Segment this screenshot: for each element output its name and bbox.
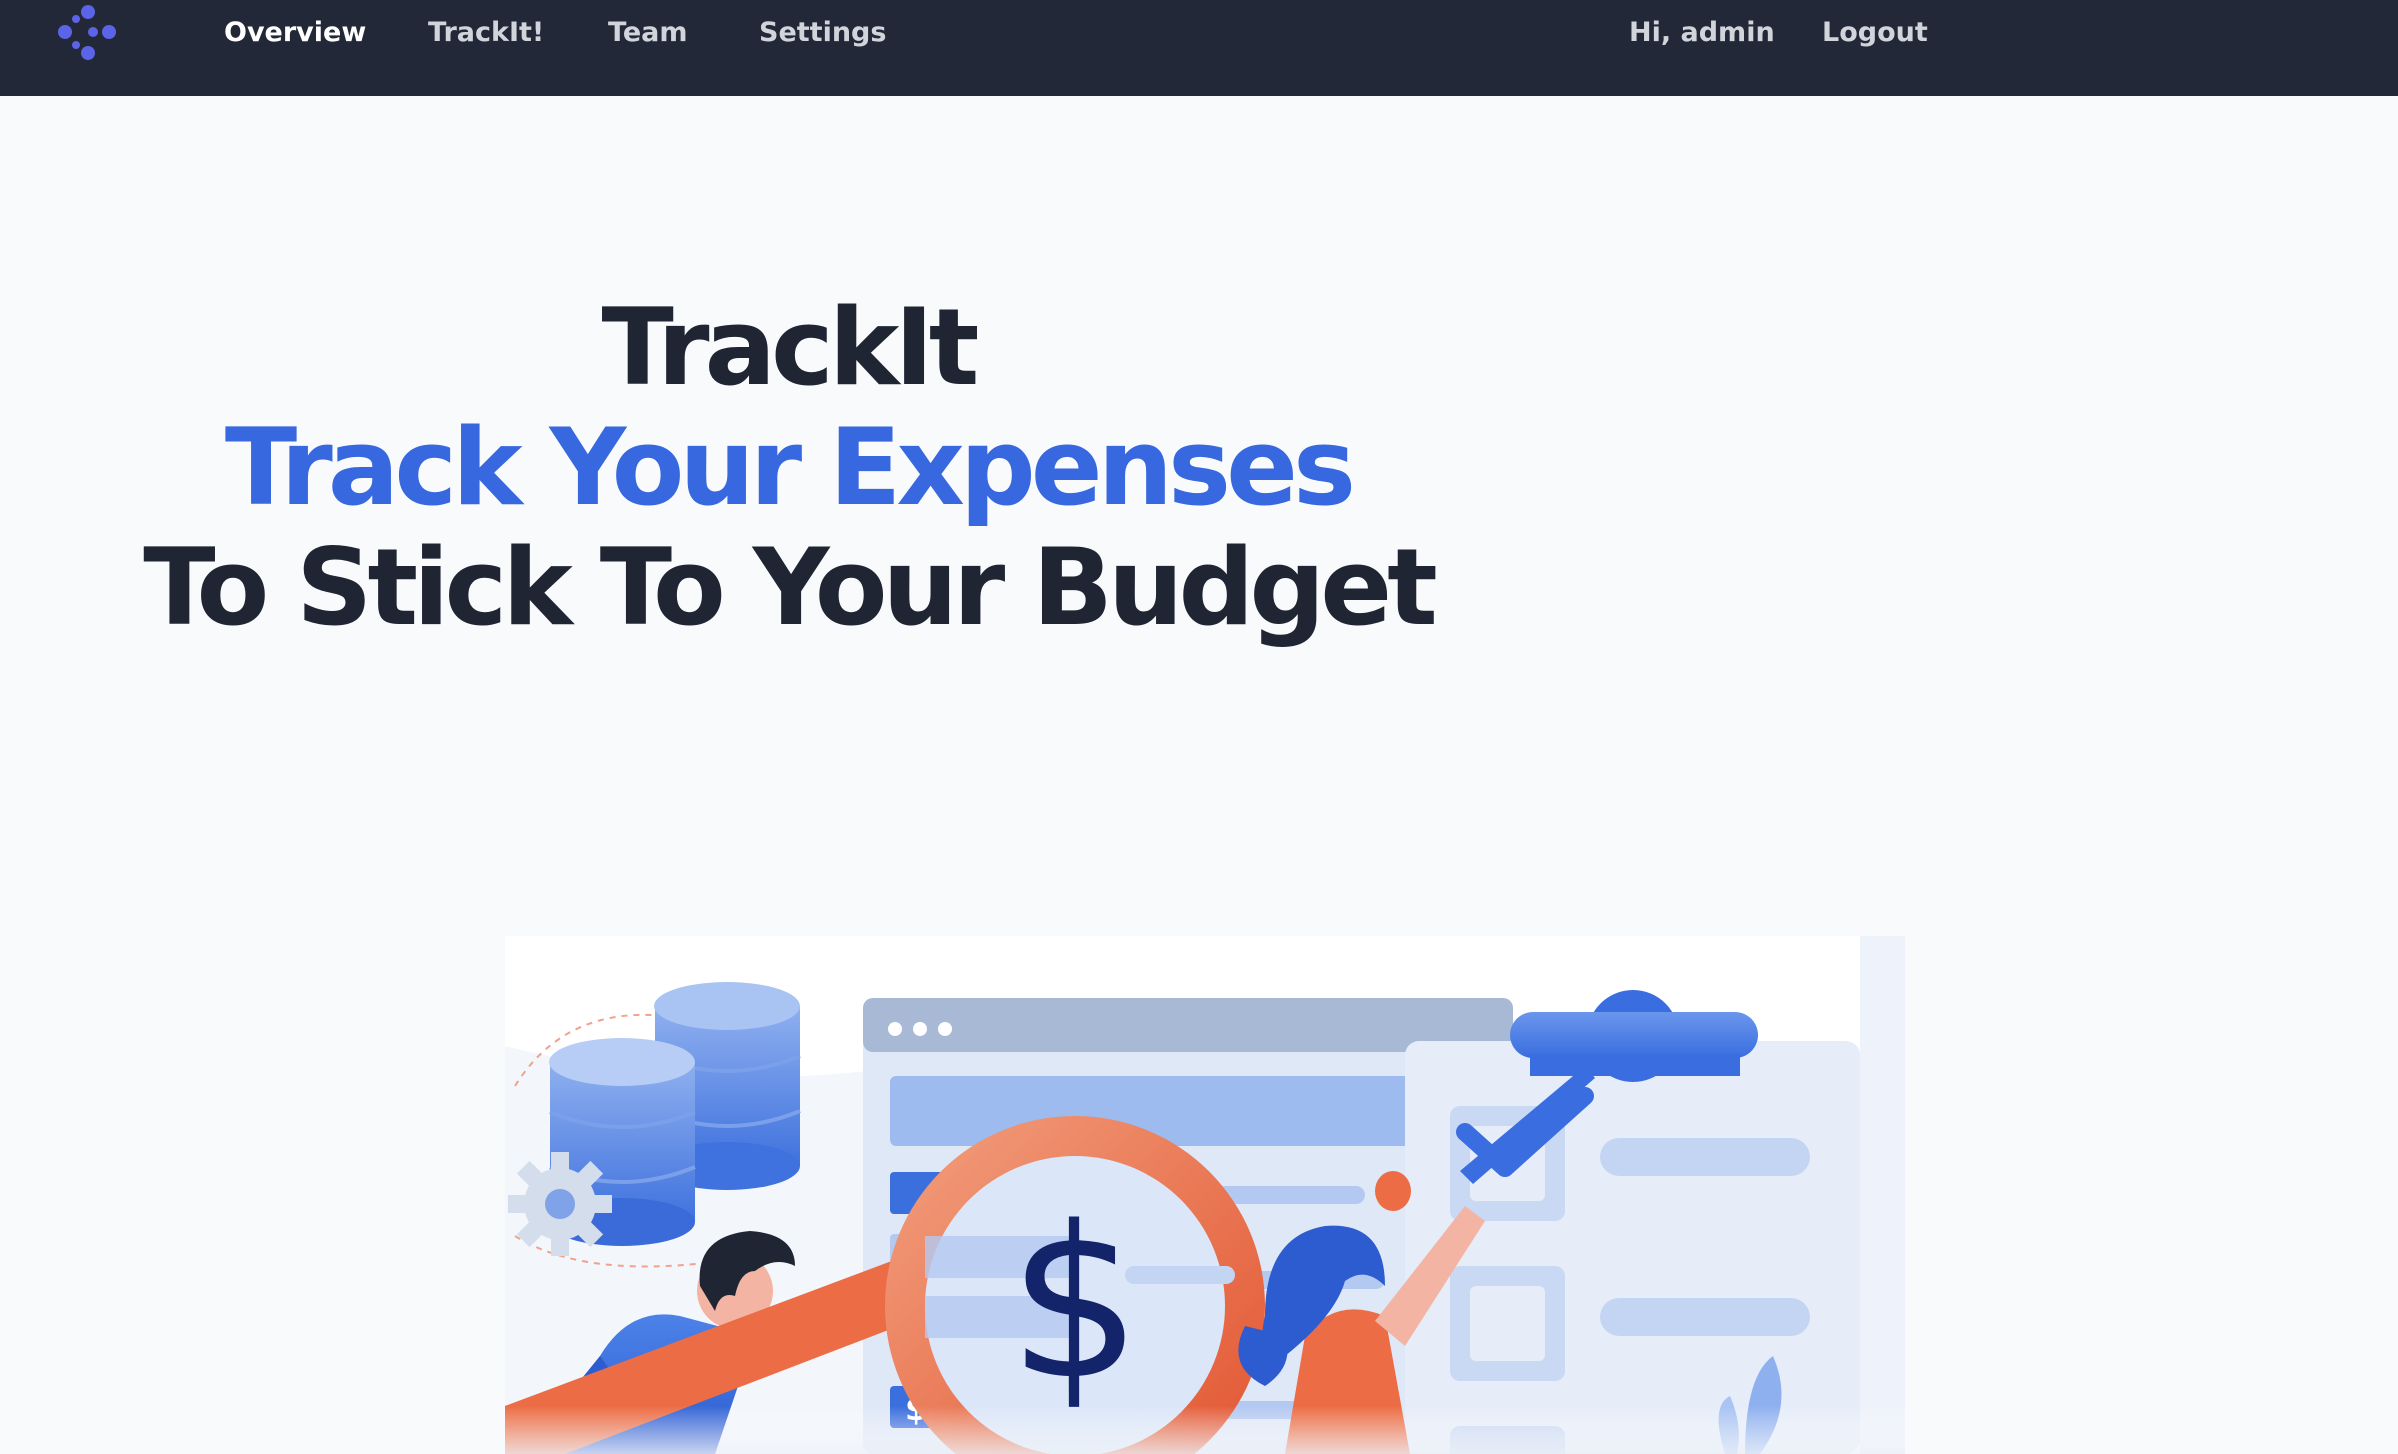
nav-link-settings[interactable]: Settings	[759, 13, 886, 53]
user-greeting: Hi, admin	[1629, 17, 1775, 48]
expense-tracking-illustration: $	[505, 936, 1905, 1454]
hero-title-subline: To Stick To Your Budget	[143, 526, 1438, 649]
gear-icon	[508, 1152, 612, 1256]
nav-link-trackit[interactable]: TrackIt!	[428, 13, 544, 53]
nav-link-overview[interactable]: Overview	[224, 13, 366, 53]
nav-link-team[interactable]: Team	[608, 13, 688, 53]
dots-logo-icon[interactable]	[54, 2, 120, 64]
hero-title-tagline: Track Your Expenses	[224, 406, 1356, 529]
hero-section: TrackIt Track Your Expenses To Stick To …	[0, 96, 2398, 656]
top-navbar: Overview TrackIt! Team Settings Hi, admi…	[0, 0, 2398, 96]
hero-title-brand: TrackIt	[601, 286, 980, 409]
logout-link[interactable]: Logout	[1822, 13, 1928, 53]
dollar-symbol: $	[1008, 1181, 1142, 1426]
